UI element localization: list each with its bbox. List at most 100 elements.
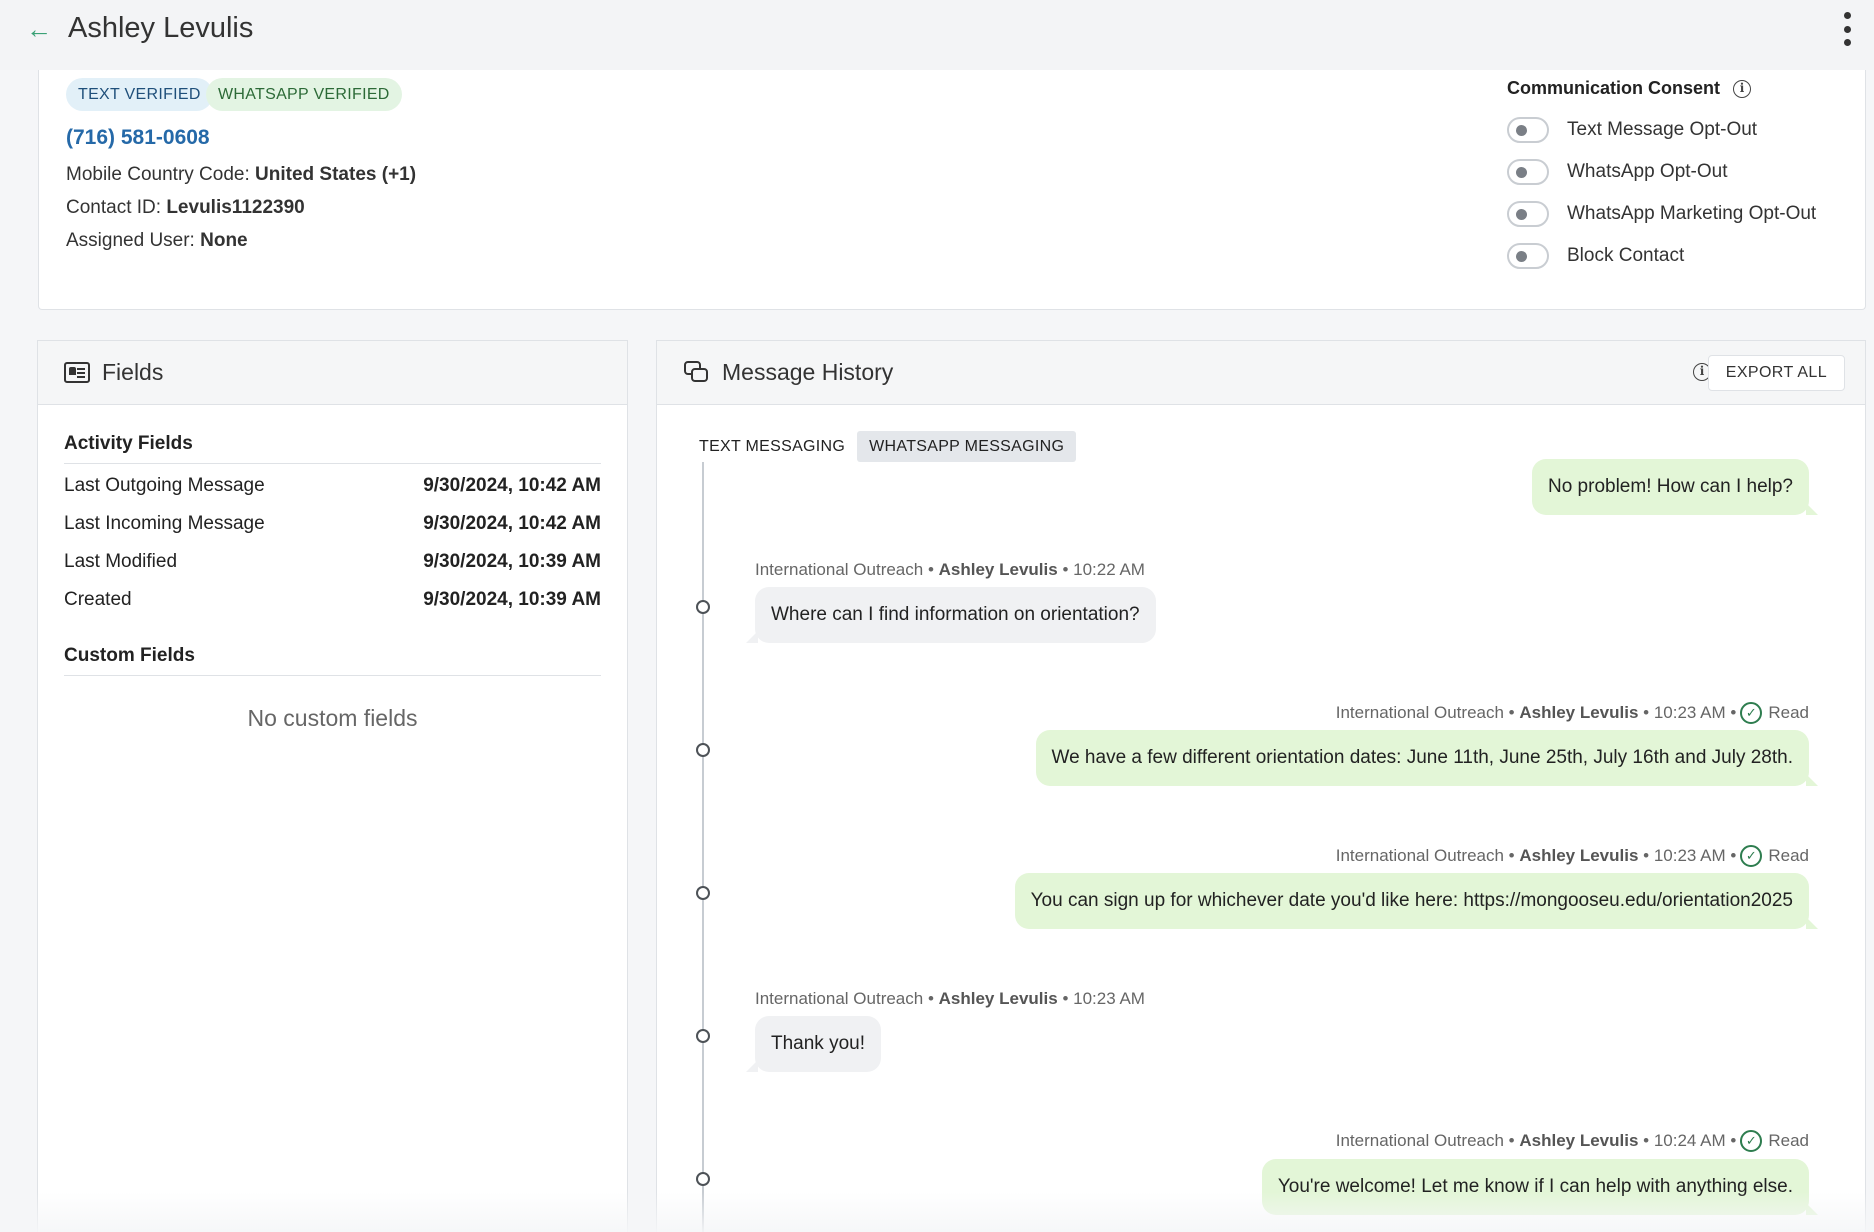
whatsapp-marketing-opt-out-label: WhatsApp Marketing Opt-Out (1567, 203, 1817, 224)
message-source: International Outreach (755, 560, 924, 579)
meta-separator: • (1508, 703, 1515, 722)
whatsapp-opt-out-label: WhatsApp Opt-Out (1567, 161, 1728, 182)
timeline-line (702, 461, 704, 1232)
top-bar: ← Ashley Levulis (0, 0, 1874, 70)
timeline-dot (696, 1029, 710, 1043)
block-contact-label: Block Contact (1567, 245, 1685, 266)
message-history-title: Message History (722, 359, 894, 385)
mobile-country-code-label: Mobile Country Code: (66, 164, 250, 185)
text-verified-badge: TEXT VERIFIED (66, 78, 213, 111)
message-sender: Ashley Levulis (1519, 703, 1639, 722)
timeline-dot (696, 743, 710, 757)
fields-panel-header: Fields (38, 341, 627, 405)
mobile-country-code: Mobile Country Code: United States (+1) (66, 164, 416, 186)
contact-id-value: Levulis1122390 (166, 197, 305, 218)
meta-separator: • (1730, 1131, 1737, 1150)
field-row: Created 9/30/2024, 10:39 AM (64, 589, 601, 611)
communication-consent-label: Communication Consent (1507, 78, 1721, 98)
whatsapp-opt-out-toggle[interactable] (1507, 159, 1549, 185)
mobile-country-code-value: United States (+1) (255, 164, 417, 185)
message-source: International Outreach (1335, 846, 1504, 865)
message-meta: International Outreach • Ashley Levulis … (1336, 702, 1809, 724)
meta-separator: • (927, 989, 934, 1008)
message-sender: Ashley Levulis (1519, 846, 1639, 865)
outgoing-message-bubble: You can sign up for whichever date you'd… (1014, 873, 1819, 929)
message-sender: Ashley Levulis (1519, 1131, 1639, 1150)
info-icon[interactable]: i (1733, 80, 1752, 99)
read-status: Read (1768, 1131, 1809, 1150)
incoming-message-bubble: Where can I find information on orientat… (746, 587, 1156, 643)
message-time: 10:23 AM (1653, 846, 1726, 865)
field-value: 9/30/2024, 10:42 AM (423, 475, 601, 496)
contact-info-card: TEXT VERIFIED WHATSAPP VERIFIED (716) 58… (38, 70, 1866, 310)
tab-whatsapp-messaging[interactable]: WHATSAPP MESSAGING (857, 431, 1077, 462)
consent-whatsapp-marketing-opt-out: WhatsApp Marketing Opt-Out (1507, 200, 1816, 228)
meta-separator: • (1730, 703, 1737, 722)
fields-panel: Fields Activity Fields Last Outgoing Mes… (37, 340, 628, 1232)
meta-separator: • (1062, 560, 1069, 579)
more-options-icon[interactable] (1842, 12, 1852, 46)
field-row: Last Outgoing Message 9/30/2024, 10:42 A… (64, 475, 601, 497)
field-label: Created (64, 589, 132, 610)
read-check-icon: ✓ (1740, 1130, 1763, 1152)
assigned-user-label: Assigned User: (66, 230, 195, 251)
text-opt-out-toggle[interactable] (1507, 117, 1549, 143)
meta-separator: • (1643, 846, 1650, 865)
read-status: Read (1768, 703, 1809, 722)
back-arrow-icon[interactable]: ← (26, 16, 52, 42)
timeline-dot (696, 600, 710, 614)
meta-separator: • (1062, 989, 1069, 1008)
no-custom-fields-text: No custom fields (247, 705, 418, 731)
meta-separator: • (1730, 846, 1737, 865)
text-opt-out-label: Text Message Opt-Out (1567, 119, 1758, 140)
id-card-icon (64, 362, 90, 383)
page-title: Ashley Levulis (68, 12, 254, 44)
field-label: Last Incoming Message (64, 513, 265, 534)
message-sender: Ashley Levulis (938, 560, 1058, 579)
field-row: Last Incoming Message 9/30/2024, 10:42 A… (64, 513, 601, 535)
field-value: 9/30/2024, 10:39 AM (423, 551, 601, 572)
meta-separator: • (1508, 1131, 1515, 1150)
outgoing-message-bubble: You're welcome! Let me know if I can hel… (1261, 1159, 1819, 1215)
chat-scroll-area[interactable]: TEXT MESSAGING WHATSAPP MESSAGING No pro… (657, 405, 1865, 1232)
message-meta: International Outreach • Ashley Levulis … (1336, 845, 1809, 867)
chat-bubbles-icon (684, 360, 710, 385)
outgoing-message-bubble: We have a few different orientation date… (1035, 730, 1818, 786)
whatsapp-verified-badge: WHATSAPP VERIFIED (206, 78, 402, 111)
whatsapp-marketing-opt-out-toggle[interactable] (1507, 201, 1549, 227)
message-time: 10:23 AM (1653, 703, 1726, 722)
message-source: International Outreach (755, 989, 924, 1008)
meta-separator: • (1643, 703, 1650, 722)
consent-block-contact: Block Contact (1507, 242, 1684, 270)
field-value: 9/30/2024, 10:42 AM (423, 513, 601, 534)
consent-text-opt-out: Text Message Opt-Out (1507, 116, 1757, 144)
block-contact-toggle[interactable] (1507, 243, 1549, 269)
assigned-user: Assigned User: None (66, 230, 248, 252)
message-time: 10:24 AM (1653, 1131, 1726, 1150)
timeline-dot (696, 1172, 710, 1186)
messaging-tabs: TEXT MESSAGING WHATSAPP MESSAGING (687, 431, 1077, 462)
custom-fields-heading: Custom Fields (64, 645, 601, 676)
contact-id-label: Contact ID: (66, 197, 162, 218)
message-history-header: Message History i EXPORT ALL (657, 341, 1865, 405)
tab-text-messaging[interactable]: TEXT MESSAGING (687, 431, 858, 462)
phone-number-link[interactable]: (716) 581-0608 (66, 126, 210, 150)
meta-separator: • (1643, 1131, 1650, 1150)
message-sender: Ashley Levulis (938, 989, 1058, 1008)
contact-id: Contact ID: Levulis1122390 (66, 197, 305, 219)
export-all-button[interactable]: EXPORT ALL (1707, 355, 1845, 391)
message-source: International Outreach (1335, 703, 1504, 722)
activity-fields-heading: Activity Fields (64, 433, 601, 464)
message-time: 10:23 AM (1073, 989, 1145, 1008)
field-value: 9/30/2024, 10:39 AM (423, 589, 601, 610)
message-history-panel: Message History i EXPORT ALL TEXT MESSAG… (656, 340, 1866, 1232)
read-check-icon: ✓ (1740, 845, 1763, 867)
assigned-user-value: None (200, 230, 248, 251)
timeline-dot (696, 886, 710, 900)
field-label: Last Outgoing Message (64, 475, 265, 496)
field-label: Last Modified (64, 551, 178, 572)
read-check-icon: ✓ (1740, 702, 1763, 724)
message-meta: International Outreach • Ashley Levulis … (1336, 1130, 1809, 1152)
message-time: 10:22 AM (1073, 560, 1145, 579)
communication-consent-title: Communication Consent i (1507, 78, 1752, 99)
